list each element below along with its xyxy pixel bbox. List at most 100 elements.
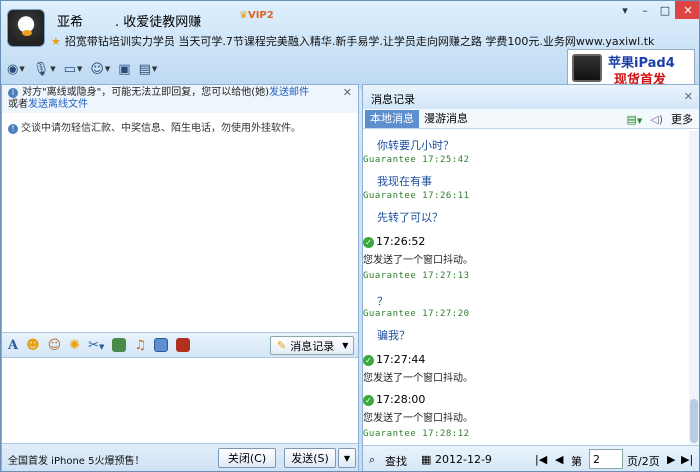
chat-pane: i 对方"离线或隐身"，可能无法立即回复，您可以给他(她)发送邮件 或者发送离线… <box>1 84 359 471</box>
record-label: 消息记录 <box>290 339 335 353</box>
message-sys: 您发送了一个窗口抖动。 <box>363 255 473 266</box>
scroll-thumb[interactable] <box>690 399 698 443</box>
apps-icon: ▤ <box>138 61 151 77</box>
info-icon: i <box>8 88 18 98</box>
star-icon: ★ <box>51 35 61 48</box>
scrollbar[interactable] <box>689 131 699 445</box>
message-q: ？ <box>377 295 388 308</box>
contact-name: 亚希 <box>57 15 84 30</box>
offline-notice: i 对方"离线或隐身"，可能无法立即回复，您可以给他(她)发送邮件 或者发送离线… <box>2 85 358 113</box>
people-icon: ☺ <box>90 61 104 77</box>
next-page-icon[interactable]: ▶ <box>667 453 675 466</box>
microphone-icon: 🎙 <box>32 61 50 77</box>
magic-emoji-icon[interactable]: ☺ <box>48 338 62 353</box>
font-icon[interactable]: A <box>8 338 18 353</box>
chat-window: 亚希 . 收爱徒教网赚 ♛VIP2 ★ 招宽带钻培训实力学员 当天可学.7节课程完… <box>0 0 700 472</box>
message-time: ✓ 17:26:52 <box>363 235 425 248</box>
prev-page-icon[interactable]: ◀ <box>555 453 563 466</box>
minimize-icon[interactable]: – <box>635 1 655 19</box>
history-pane: 消息记录 ✕ 本地消息 漫游消息 ▤▼ ◁) 更多 你转要几小时？ Guarant… <box>362 84 699 471</box>
ad-banner[interactable]: 苹果iPad4 现货首发 <box>567 49 695 88</box>
history-close-icon[interactable]: ✕ <box>684 90 693 103</box>
export-icon[interactable]: ▤▼ <box>626 113 642 126</box>
send-offline-file-link[interactable]: 发送离线文件 <box>28 99 88 110</box>
message-sys: 您发送了一个窗口抖动。 <box>363 413 473 424</box>
page-suffix: 页/2页 <box>627 455 660 468</box>
send-pic-icon[interactable] <box>154 338 169 352</box>
apps-button[interactable]: ▤ ▼ <box>139 59 158 79</box>
promo-text[interactable]: 全国首发 iPhone 5火爆预售！ <box>8 452 144 467</box>
security-warning: ! 交谈中请勿轻信汇款、中奖信息、陌生电话，勿使用外挂软件。 <box>8 119 301 134</box>
header: 亚希 . 收爱徒教网赚 ♛VIP2 ★ 招宽带钻培训实力学员 当天可学.7节课程完… <box>1 1 699 89</box>
page-input[interactable]: 2 <box>589 449 623 469</box>
send-options-button[interactable]: ▼ <box>338 448 356 468</box>
ipad-image <box>572 54 602 82</box>
check-icon: ✓ <box>363 395 374 406</box>
message-sender: Guarantee 17:27:13 <box>363 271 470 281</box>
date-field[interactable]: 2012-12-9 <box>435 453 492 466</box>
message-q: 先转了可以？ <box>377 211 443 224</box>
voice-call-button[interactable]: 🎙 ▼ <box>33 59 56 79</box>
signature: ★ 招宽带钻培训实力学员 当天可学.7节课程完美融入精华.新手易学.让学员走向网赚… <box>51 35 655 48</box>
message-sender: Guarantee 17:26:11 <box>363 191 470 201</box>
tab-roam[interactable]: 漫游消息 <box>419 110 473 128</box>
chat-toolbar: ◉ ▼ 🎙 ▼ ▭ ▼ ☺ ▼ ▣ ▤ ▼ <box>7 59 157 79</box>
message-sender: Guarantee 17:27:20 <box>363 309 470 319</box>
shield-icon: ! <box>8 124 18 134</box>
last-page-icon[interactable]: ▶| <box>681 453 693 466</box>
tab-local[interactable]: 本地消息 <box>365 109 419 128</box>
check-icon: ✓ <box>363 355 374 366</box>
record-icon: ✎ <box>277 339 287 352</box>
crown-icon: ♛ <box>239 10 248 21</box>
first-page-icon[interactable]: |◀ <box>535 453 547 466</box>
screenshot-icon[interactable]: ✂▼ <box>88 338 104 353</box>
gift-icon[interactable] <box>176 338 191 352</box>
history-tools: ▤▼ ◁) 更多 <box>626 111 693 127</box>
history-footer: ⌕ 查找 ▦ 2012-12-9 |◀ ◀ 第 2 页/2页 ▶ ▶| <box>363 445 699 471</box>
message-q: 你转要几小时？ <box>377 139 454 152</box>
message-sender: Guarantee 17:25:42 <box>363 155 470 165</box>
send-email-link[interactable]: 发送邮件 <box>269 87 309 98</box>
share-screen-button[interactable]: ▣ <box>118 59 130 79</box>
check-icon: ✓ <box>363 237 374 248</box>
video-call-button[interactable]: ◉ ▼ <box>7 59 25 79</box>
history-header: 消息记录 ✕ <box>363 85 699 109</box>
menu-icon[interactable]: ▾ <box>615 1 635 19</box>
shake-icon[interactable]: ✺ <box>69 338 80 353</box>
format-toolbar: A ☻ ☺ ✺ ✂▼ ♫ ✎ 消息记录 ▼ <box>2 332 358 358</box>
emoji-icon[interactable]: ☻ <box>26 338 40 353</box>
music-icon[interactable]: ♫ <box>134 338 146 353</box>
camera-icon: ◉ <box>7 61 19 77</box>
search-icon[interactable]: ⌕ <box>369 453 375 467</box>
close-icon[interactable]: ✕ <box>675 1 699 19</box>
message-input[interactable] <box>2 359 358 443</box>
window-controls: ▾ – □ ✕ <box>615 1 699 19</box>
send-button[interactable]: 发送(S) <box>284 448 336 468</box>
history-tabs: 本地消息 漫游消息 ▤▼ ◁) 更多 <box>363 109 699 129</box>
find-button[interactable]: 查找 <box>385 453 407 469</box>
vip-badge: ♛VIP2 <box>239 10 274 21</box>
message-list: 你转要几小时？ Guarantee 17:25:42 我现在有事 Guarantee … <box>363 131 689 445</box>
message-q: 骗我？ <box>377 329 410 342</box>
folder-icon: ▭ <box>63 61 76 77</box>
send-file-button[interactable]: ▭ ▼ <box>64 59 83 79</box>
bottom-bar: 全国首发 iPhone 5火爆预售！ 关闭(C) 发送(S) ▼ <box>2 443 358 471</box>
notice-close-icon[interactable]: ✕ <box>343 87 352 99</box>
more-button[interactable]: 更多 <box>671 111 693 127</box>
maximize-icon[interactable]: □ <box>655 1 675 19</box>
speaker-icon[interactable]: ◁) <box>650 113 663 126</box>
message-time: ✓ 17:27:44 <box>363 353 425 366</box>
calendar-icon[interactable]: ▦ <box>421 453 431 466</box>
message-q: 我现在有事 <box>377 175 432 188</box>
monitor-icon: ▣ <box>118 61 131 77</box>
close-button[interactable]: 关闭(C) <box>218 448 276 468</box>
avatar[interactable] <box>7 9 45 47</box>
image-icon[interactable] <box>112 338 127 352</box>
remote-assist-button[interactable]: ☺ ▼ <box>90 59 110 79</box>
page-prefix: 第 <box>571 455 582 468</box>
message-record-button[interactable]: ✎ 消息记录 ▼ <box>270 336 354 355</box>
contact-nickname: . 收爱徒教网赚 <box>115 15 202 30</box>
message-time: ✓ 17:28:00 <box>363 393 425 406</box>
message-sender: Guarantee 17:28:12 <box>363 429 470 439</box>
history-title: 消息记录 <box>371 93 415 106</box>
